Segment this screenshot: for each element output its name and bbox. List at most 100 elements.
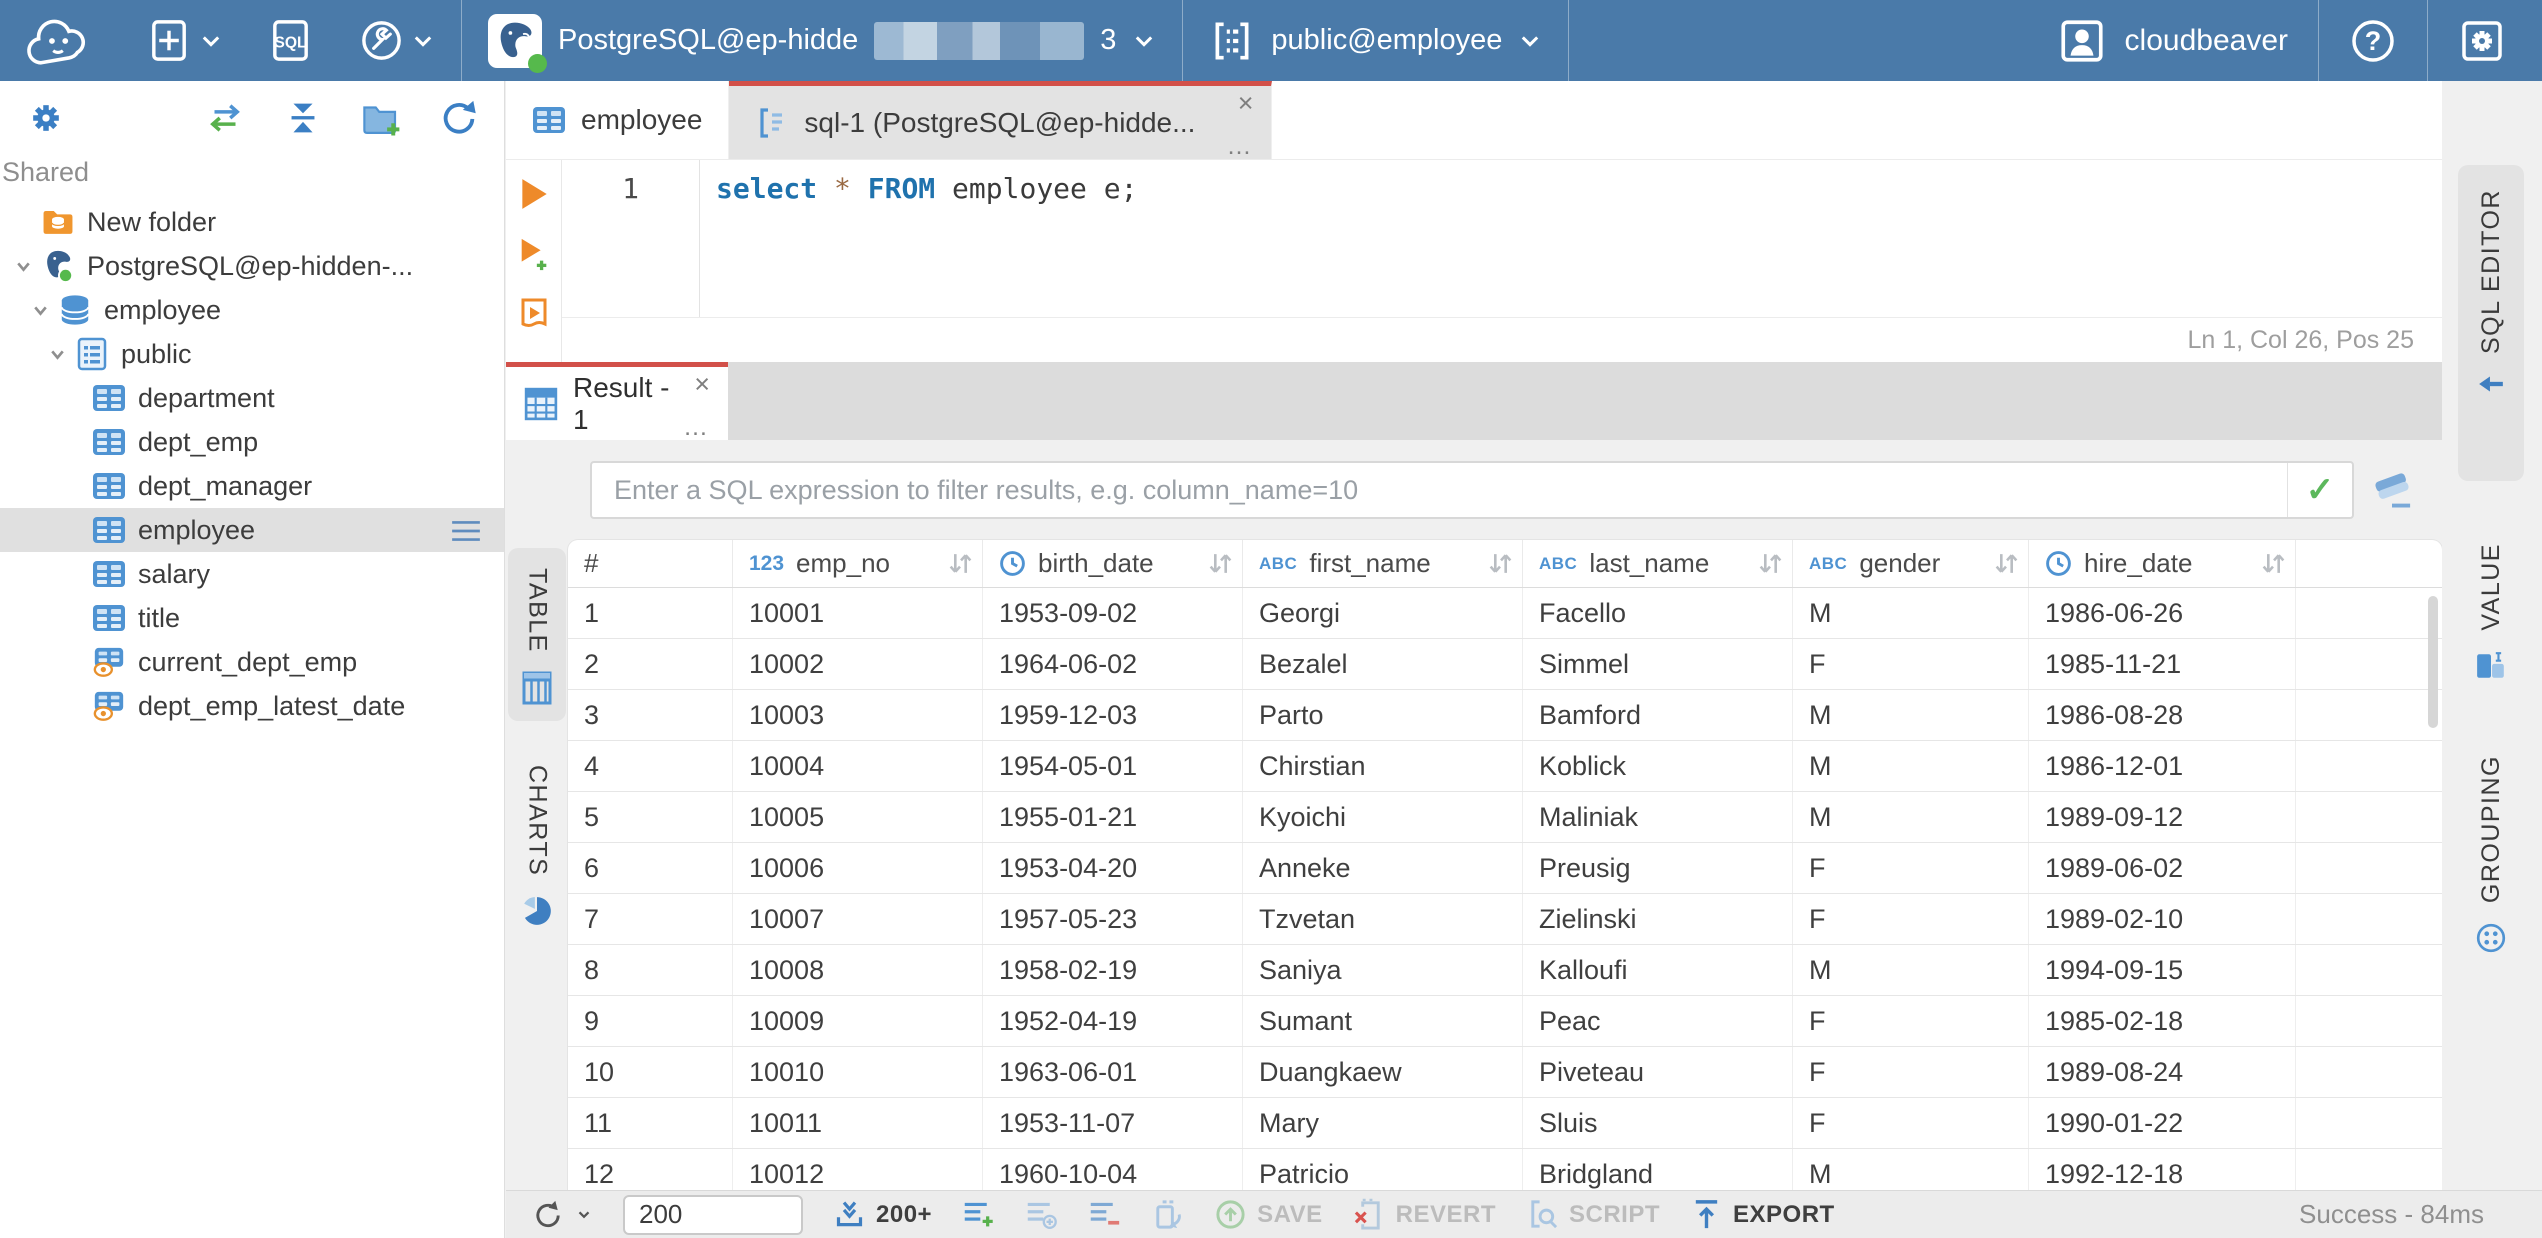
cell-hire_date[interactable]: 1992-12-18: [2028, 1148, 2296, 1190]
cell-emp_no[interactable]: 10002: [732, 638, 983, 690]
row-number-cell[interactable]: 7: [568, 893, 733, 945]
navigator-settings-button[interactable]: [24, 96, 68, 140]
cell-first_name[interactable]: Bezalel: [1242, 638, 1523, 690]
column-header-emp_no[interactable]: 123 emp_no: [732, 540, 983, 588]
cell-first_name[interactable]: Sumant: [1242, 995, 1523, 1047]
cell-first_name[interactable]: Tzvetan: [1242, 893, 1523, 945]
cell-gender[interactable]: M: [1792, 689, 2029, 741]
cell-birth_date[interactable]: 1958-02-19: [982, 944, 1243, 996]
tab-value-panel[interactable]: VALUE: [2458, 543, 2524, 683]
link-with-editor-button[interactable]: [204, 97, 246, 139]
cell-last_name[interactable]: Maliniak: [1522, 791, 1793, 843]
cell-last_name[interactable]: Bridgland: [1522, 1148, 1793, 1190]
cell-emp_no[interactable]: 10011: [732, 1097, 983, 1149]
cell-hire_date[interactable]: 1994-09-15: [2028, 944, 2296, 996]
cell-gender[interactable]: F: [1792, 893, 2029, 945]
row-number-cell[interactable]: 11: [568, 1097, 733, 1149]
cell-birth_date[interactable]: 1953-11-07: [982, 1097, 1243, 1149]
item-menu-icon[interactable]: [450, 518, 482, 544]
close-tab-icon[interactable]: ×: [694, 371, 710, 398]
column-header-birth_date[interactable]: birth_date: [982, 540, 1243, 588]
cell-last_name[interactable]: Peac: [1522, 995, 1793, 1047]
help-button[interactable]: ?: [2349, 17, 2397, 65]
cell-birth_date[interactable]: 1960-10-04: [982, 1148, 1243, 1190]
chevron-down-icon[interactable]: [8, 256, 39, 277]
delete-row-button[interactable]: [1088, 1198, 1121, 1231]
tree-item-employee[interactable]: employee: [0, 288, 504, 332]
cell-birth_date[interactable]: 1963-06-01: [982, 1046, 1243, 1098]
cell-last_name[interactable]: Bamford: [1522, 689, 1793, 741]
cell-emp_no[interactable]: 10009: [732, 995, 983, 1047]
cell-emp_no[interactable]: 10001: [732, 587, 983, 639]
tree-item-dept-emp-latest-date[interactable]: dept_emp_latest_date: [0, 684, 504, 728]
export-button[interactable]: EXPORT: [1690, 1198, 1835, 1231]
apply-filter-icon[interactable]: ✓: [2287, 463, 2352, 517]
row-number-cell[interactable]: 8: [568, 944, 733, 996]
column-header-first_name[interactable]: ABC first_name: [1242, 540, 1523, 588]
cell-emp_no[interactable]: 10005: [732, 791, 983, 843]
cell-first_name[interactable]: Patricio: [1242, 1148, 1523, 1190]
execute-script-button[interactable]: [517, 296, 551, 332]
cell-gender[interactable]: F: [1792, 842, 2029, 894]
chevron-down-icon[interactable]: [25, 300, 56, 321]
column-header-hire_date[interactable]: hire_date: [2028, 540, 2296, 588]
cell-first_name[interactable]: Georgi: [1242, 587, 1523, 639]
cell-hire_date[interactable]: 1989-02-10: [2028, 893, 2296, 945]
cell-emp_no[interactable]: 10010: [732, 1046, 983, 1098]
cell-emp_no[interactable]: 10003: [732, 689, 983, 741]
cell-hire_date[interactable]: 1986-06-26: [2028, 587, 2296, 639]
cell-gender[interactable]: M: [1792, 1148, 2029, 1190]
cell-hire_date[interactable]: 1986-08-28: [2028, 689, 2296, 741]
cell-hire_date[interactable]: 1986-12-01: [2028, 740, 2296, 792]
save-button[interactable]: SAVE: [1214, 1198, 1323, 1231]
sort-icon[interactable]: [1993, 550, 2020, 577]
collapse-all-button[interactable]: [282, 97, 324, 139]
cell-first_name[interactable]: Parto: [1242, 689, 1523, 741]
cell-emp_no[interactable]: 10006: [732, 842, 983, 894]
cell-birth_date[interactable]: 1953-04-20: [982, 842, 1243, 894]
tree-item-salary[interactable]: salary: [0, 552, 504, 596]
tree-item-employee[interactable]: employee: [0, 508, 504, 552]
cell-gender[interactable]: M: [1792, 740, 2029, 792]
cell-birth_date[interactable]: 1957-05-23: [982, 893, 1243, 945]
tree-item-public[interactable]: public: [0, 332, 504, 376]
cell-hire_date[interactable]: 1990-01-22: [2028, 1097, 2296, 1149]
open-sql-editor-button[interactable]: SQL: [267, 17, 314, 64]
refresh-result-button[interactable]: [532, 1198, 593, 1231]
fetch-next-page-button[interactable]: 200+: [833, 1198, 932, 1231]
vertical-scrollbar[interactable]: [2428, 596, 2438, 728]
execute-query-button[interactable]: [517, 176, 551, 212]
cell-gender[interactable]: F: [1792, 638, 2029, 690]
row-number-cell[interactable]: 9: [568, 995, 733, 1047]
schema-selector[interactable]: public@employee: [1209, 18, 1542, 64]
tree-item-dept-emp[interactable]: dept_emp: [0, 420, 504, 464]
chevron-down-icon[interactable]: [42, 344, 73, 365]
cell-hire_date[interactable]: 1985-11-21: [2028, 638, 2296, 690]
sort-icon[interactable]: [1487, 550, 1514, 577]
cell-birth_date[interactable]: 1954-05-01: [982, 740, 1243, 792]
cell-hire_date[interactable]: 1989-09-12: [2028, 791, 2296, 843]
cell-hire_date[interactable]: 1985-02-18: [2028, 995, 2296, 1047]
tree-item-dept-manager[interactable]: dept_manager: [0, 464, 504, 508]
add-row-button[interactable]: [962, 1198, 995, 1231]
column-header-last_name[interactable]: ABC last_name: [1522, 540, 1793, 588]
new-connection-button[interactable]: [146, 17, 223, 64]
cell-last_name[interactable]: Zielinski: [1522, 893, 1793, 945]
revert-button[interactable]: REVERT: [1353, 1198, 1496, 1231]
tab-result-1[interactable]: Result - 1 × …: [506, 362, 728, 441]
row-number-cell[interactable]: 2: [568, 638, 733, 690]
cell-gender[interactable]: M: [1792, 944, 2029, 996]
cell-last_name[interactable]: Facello: [1522, 587, 1793, 639]
cell-birth_date[interactable]: 1964-06-02: [982, 638, 1243, 690]
cell-first_name[interactable]: Mary: [1242, 1097, 1523, 1149]
row-number-cell[interactable]: 5: [568, 791, 733, 843]
sort-icon[interactable]: [1207, 550, 1234, 577]
close-tab-icon[interactable]: ×: [1238, 90, 1254, 117]
sort-icon[interactable]: [947, 550, 974, 577]
new-folder-button[interactable]: [360, 97, 402, 139]
cell-last_name[interactable]: Piveteau: [1522, 1046, 1793, 1098]
cell-emp_no[interactable]: 10004: [732, 740, 983, 792]
cell-emp_no[interactable]: 10007: [732, 893, 983, 945]
duplicate-row-button[interactable]: [1025, 1198, 1058, 1231]
cell-hire_date[interactable]: 1989-06-02: [2028, 842, 2296, 894]
